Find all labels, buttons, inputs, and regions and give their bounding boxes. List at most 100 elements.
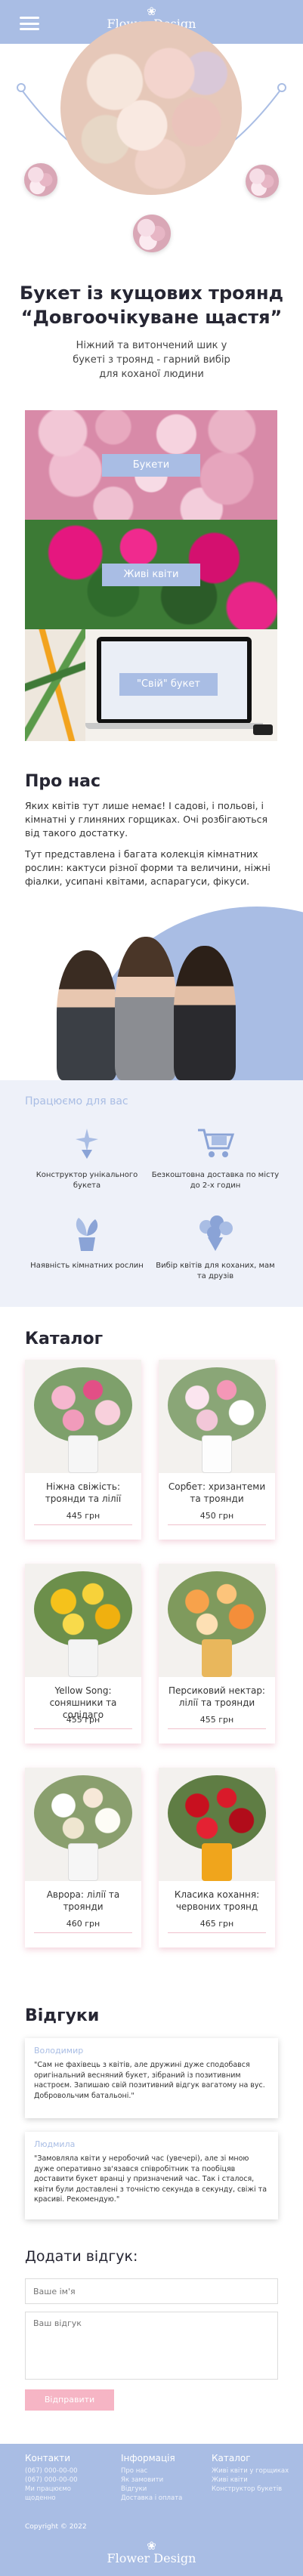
service-item: Конструктор унікального букета [23, 1122, 151, 1191]
footer-logo[interactable]: ❀ Flower Design [0, 2540, 303, 2566]
service-label: Безкоштовна доставка по місту до 2-х год… [151, 1171, 280, 1190]
service-item: Безкоштовна доставка по місту до 2-х год… [151, 1122, 280, 1191]
review-text: "Замовляла квіти у неробочий час (увечер… [34, 2154, 267, 2204]
about-paragraph-1: Яких квітів тут лише немає! І садові, і … [25, 800, 268, 839]
product-card[interactable]: Ніжна свіжість: троянди та лілії 445 грн [25, 1360, 141, 1540]
flower-logo-icon: ❀ [147, 2539, 156, 2553]
hero-subtitle: Ніжний та витончений шик у букеті з троя… [73, 340, 230, 380]
product-name: Ніжна свіжість: троянди та лілії [45, 1481, 122, 1504]
team-member-3 [174, 946, 236, 1080]
review-card: Володимир "Сам не фахівець з квітів, але… [25, 2038, 278, 2118]
bouquet-icon [193, 1212, 238, 1255]
product-price: 455 грн [66, 1715, 100, 1725]
catalog-title: Каталог [25, 1330, 104, 1348]
product-image [25, 1768, 141, 1881]
card-divider [34, 1932, 132, 1933]
card-divider [34, 1728, 132, 1729]
copyright: Copyright © 2022 [25, 2523, 87, 2531]
footer-heading: Контакти [25, 2453, 71, 2463]
slider-thumb-right[interactable] [246, 165, 279, 198]
product-name: Персиковий нектар: лілії та троянди [169, 1685, 265, 1708]
own-bouquet-button[interactable]: "Свій" букет [119, 673, 218, 696]
footer-link[interactable]: Як замовити [121, 2476, 182, 2485]
team-member-2 [115, 937, 177, 1080]
product-name: Сорбет: хризантеми та троянди [168, 1481, 266, 1504]
review-card: Людмила "Замовляла квіти у неробочий час… [25, 2132, 278, 2219]
footer-hours: Ми працюємо [25, 2485, 71, 2493]
laptop-base [85, 723, 263, 729]
service-label: Наявність кімнатних рослин [30, 1262, 144, 1270]
footer-hours: щоденно [25, 2494, 56, 2502]
footer-info: Інформація Про нас Як замовити Відгуки Д… [121, 2453, 182, 2503]
footer: Контакти (067) 000-00-00 (067) 000-00-00… [0, 2444, 303, 2576]
cart-icon [193, 1122, 238, 1164]
footer-phone[interactable]: (067) 000-00-00 [25, 2466, 78, 2476]
hero-bouquet-image [60, 21, 242, 195]
service-item: Вибір квітів для коханих, мам та друзів [151, 1212, 280, 1282]
footer-link[interactable]: Про нас [121, 2466, 182, 2476]
brand-name: Flower Design [107, 2551, 196, 2565]
page: ❀ Flower Design Букет із кущових троянд … [0, 0, 303, 2576]
hero-title: Букет із кущових троянд “Довгоочікуване … [0, 281, 303, 329]
product-price: 460 грн [66, 1919, 100, 1929]
footer-link[interactable]: Живі квіти у горщиках [212, 2466, 289, 2476]
promo-live-flowers[interactable]: Живі квіти [25, 520, 277, 629]
team-photo [0, 907, 303, 1080]
slider-thumb-left[interactable] [24, 163, 57, 196]
footer-phone[interactable]: (067) 000-00-00 [25, 2476, 78, 2485]
hero-title-line1: Букет із кущових троянд [19, 283, 284, 304]
plant-pot-icon [64, 1212, 110, 1255]
footer-heading: Каталог [212, 2453, 251, 2463]
about-title: Про нас [25, 772, 101, 791]
footer-catalog: Каталог Живі квіти у горщиках Живі квіти… [212, 2453, 289, 2494]
product-card[interactable]: Аврора: лілії та троянди 460 грн [25, 1768, 141, 1947]
product-price: 465 грн [199, 1919, 234, 1929]
phone-image [253, 724, 273, 735]
promo-bouquets[interactable]: Букети [25, 410, 277, 520]
promo-own-bouquet[interactable]: "Свій" букет [25, 629, 277, 741]
service-label: Конструктор унікального букета [36, 1171, 138, 1190]
footer-heading: Інформація [121, 2453, 175, 2463]
product-price: 450 грн [199, 1511, 234, 1521]
product-card[interactable]: Персиковий нектар: лілії та троянди 455 … [159, 1564, 275, 1744]
card-divider [34, 1524, 132, 1525]
plant-image [25, 629, 85, 741]
product-card[interactable]: Сорбет: хризантеми та троянди 450 грн [159, 1360, 275, 1540]
product-price: 455 грн [199, 1715, 234, 1725]
submit-button[interactable]: Відправити [25, 2389, 114, 2411]
services-title: Працюємо для вас [25, 1095, 128, 1107]
review-author: Людмила [34, 2139, 76, 2149]
slider-dot[interactable] [17, 83, 26, 92]
services-section: Працюємо для вас Конструктор унікального… [0, 1080, 303, 1307]
reviews-title: Відгуки [25, 2006, 100, 2025]
product-image [25, 1360, 141, 1473]
product-name: Аврора: лілії та троянди [46, 1889, 120, 1912]
product-card[interactable]: Класика кохання: червоних троянд 465 грн [159, 1768, 275, 1947]
product-image [159, 1360, 275, 1473]
footer-link[interactable]: Конструктор букетів [212, 2485, 289, 2494]
footer-link[interactable]: Доставка і оплата [121, 2494, 182, 2503]
flower-logo-icon: ❀ [147, 5, 156, 18]
slider-dot[interactable] [277, 83, 286, 92]
product-name: Класика кохання: червоних троянд [174, 1889, 260, 1912]
product-image [159, 1564, 275, 1677]
footer-link[interactable]: Відгуки [121, 2485, 182, 2494]
slider-thumb-bottom[interactable] [133, 215, 171, 252]
card-divider [168, 1728, 266, 1729]
product-image [25, 1564, 141, 1677]
live-flowers-button[interactable]: Живі квіти [102, 564, 200, 586]
review-textarea[interactable] [25, 2312, 278, 2380]
hero-title-line2: “Довгоочікуване щастя” [20, 307, 283, 328]
name-field[interactable] [25, 2278, 278, 2304]
review-text: "Сам не фахівець з квітів, але дружині д… [34, 2061, 265, 2100]
footer-contacts: Контакти (067) 000-00-00 (067) 000-00-00… [25, 2453, 78, 2503]
service-label: Вибір квітів для коханих, мам та друзів [156, 1262, 275, 1280]
review-author: Володимир [34, 2046, 84, 2056]
team-member-1 [57, 950, 117, 1080]
product-card[interactable]: Yellow Song: соняшники та солідаго 455 г… [25, 1564, 141, 1744]
about-paragraph-2: Тут представлена і багата колекція кімна… [25, 848, 271, 887]
footer-link[interactable]: Живі квіти [212, 2476, 289, 2485]
sparkle-bouquet-icon [64, 1122, 110, 1164]
card-divider [168, 1932, 266, 1933]
bouquets-button[interactable]: Букети [102, 454, 200, 477]
